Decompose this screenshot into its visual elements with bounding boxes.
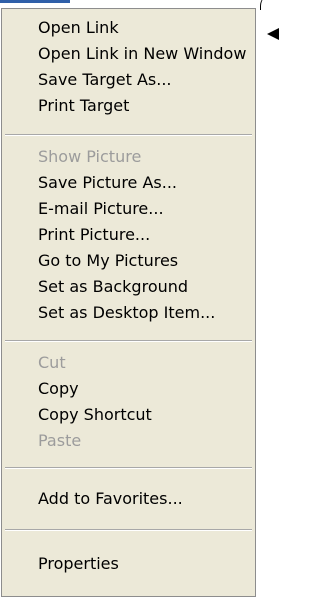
menu-separator bbox=[5, 134, 252, 136]
menu-item-copy[interactable]: Copy bbox=[2, 376, 255, 402]
menu-item-cut: Cut bbox=[2, 350, 255, 376]
menu-item-print-picture[interactable]: Print Picture... bbox=[2, 222, 255, 248]
menu-item-label: Copy bbox=[38, 379, 79, 398]
menu-item-save-picture-as[interactable]: Save Picture As... bbox=[2, 170, 255, 196]
menu-item-label: Properties bbox=[38, 554, 119, 573]
menu-item-label: Paste bbox=[38, 431, 82, 450]
menu-item-copy-shortcut[interactable]: Copy Shortcut bbox=[2, 402, 255, 428]
menu-item-set-as-background[interactable]: Set as Background bbox=[2, 274, 255, 300]
menu-item-save-target-as[interactable]: Save Target As... bbox=[2, 67, 255, 93]
context-menu: Open Link Open Link in New Window Save T… bbox=[1, 8, 256, 597]
menu-separator bbox=[5, 467, 252, 469]
menu-item-label: Set as Desktop Item... bbox=[38, 303, 216, 322]
menu-item-label: Copy Shortcut bbox=[38, 405, 152, 424]
page: Open Link Open Link in New Window Save T… bbox=[0, 0, 281, 599]
menu-item-label: Open Link in New Window bbox=[38, 44, 247, 63]
menu-item-label: Show Picture bbox=[38, 147, 142, 166]
menu-item-label: Set as Background bbox=[38, 277, 189, 296]
menu-item-add-to-favorites[interactable]: Add to Favorites... bbox=[2, 486, 255, 512]
menu-item-label: E-mail Picture... bbox=[38, 199, 164, 218]
menu-item-label: Add to Favorites... bbox=[38, 489, 183, 508]
menu-item-open-link[interactable]: Open Link bbox=[2, 15, 255, 41]
decorative-curve bbox=[260, 0, 275, 10]
link-highlight-strip bbox=[0, 0, 70, 3]
menu-item-label: Print Picture... bbox=[38, 225, 151, 244]
menu-item-properties[interactable]: Properties bbox=[2, 551, 255, 577]
menu-item-label: Save Target As... bbox=[38, 70, 172, 89]
menu-item-label: Cut bbox=[38, 353, 66, 372]
menu-separator bbox=[5, 529, 252, 531]
menu-item-email-picture[interactable]: E-mail Picture... bbox=[2, 196, 255, 222]
menu-item-label: Open Link bbox=[38, 18, 119, 37]
menu-item-set-as-desktop-item[interactable]: Set as Desktop Item... bbox=[2, 300, 255, 326]
menu-item-paste: Paste bbox=[2, 428, 255, 454]
pointer-arrow-icon bbox=[267, 28, 279, 40]
menu-item-label: Save Picture As... bbox=[38, 173, 178, 192]
menu-item-go-to-my-pictures[interactable]: Go to My Pictures bbox=[2, 248, 255, 274]
menu-item-show-picture: Show Picture bbox=[2, 144, 255, 170]
menu-item-print-target[interactable]: Print Target bbox=[2, 93, 255, 119]
menu-item-label: Print Target bbox=[38, 96, 130, 115]
menu-item-label: Go to My Pictures bbox=[38, 251, 179, 270]
menu-item-open-link-new-window[interactable]: Open Link in New Window bbox=[2, 41, 255, 67]
menu-separator bbox=[5, 340, 252, 342]
